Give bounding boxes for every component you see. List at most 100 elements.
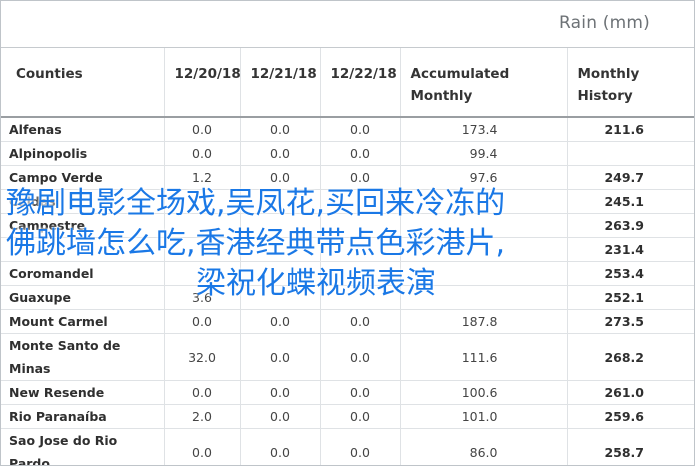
monthly-history: 252.1	[567, 285, 694, 310]
monthly-history: 268.2	[567, 333, 694, 381]
col-header-date-3[interactable]: 12/22/18	[320, 48, 401, 118]
accumulated-monthly	[400, 285, 568, 310]
rain-day-3: 0.0	[320, 333, 401, 381]
rain-day-1	[164, 237, 241, 262]
rain-day-3	[320, 237, 401, 262]
rain-day-3	[320, 261, 401, 286]
rain-day-2: 0.0	[240, 117, 321, 142]
accumulated-monthly: 173.4	[400, 117, 568, 142]
table-row: Caldas 245.1	[1, 189, 694, 214]
rain-day-2	[240, 285, 321, 310]
table-row: Sao Jose do Rio Pardo 0.0 0.0 0.0 86.0 2…	[1, 428, 694, 465]
monthly-history: 249.7	[567, 165, 694, 190]
col-header-counties[interactable]: Counties	[1, 48, 165, 118]
county-name: Sao Jose do Rio Pardo	[1, 428, 165, 465]
table-row: Campestre 263.9	[1, 213, 694, 238]
rain-day-3: 0.0	[320, 117, 401, 142]
rain-day-2: 0.0	[240, 165, 321, 190]
accumulated-monthly	[400, 261, 568, 286]
rain-day-2	[240, 213, 321, 238]
table-row: New Resende 0.0 0.0 0.0 100.6 261.0	[1, 380, 694, 405]
rain-day-2	[240, 189, 321, 214]
rain-day-1	[164, 213, 241, 238]
monthly-history: 245.1	[567, 189, 694, 214]
rain-day-3: 0.0	[320, 380, 401, 405]
rain-day-2: 0.0	[240, 309, 321, 334]
monthly-history: 231.4	[567, 237, 694, 262]
accumulated-monthly: 86.0	[400, 428, 568, 465]
county-name: New Resende	[1, 380, 165, 405]
rain-day-2: 0.0	[240, 141, 321, 166]
rain-day-3: 0.0	[320, 165, 401, 190]
county-name: Mount Carmel	[1, 309, 165, 334]
col-header-date-1[interactable]: 12/20/18	[164, 48, 241, 118]
county-name	[1, 237, 165, 262]
accumulated-monthly	[400, 237, 568, 262]
rain-day-1	[164, 261, 241, 286]
col-header-accumulated-monthly[interactable]: Accumulated Monthly	[400, 48, 568, 118]
rain-day-1: 3.6	[164, 285, 241, 310]
rain-day-1: 0.0	[164, 141, 241, 166]
rain-day-2: 0.0	[240, 380, 321, 405]
rain-day-3	[320, 213, 401, 238]
monthly-history: 253.4	[567, 261, 694, 286]
county-name: Alpinopolis	[1, 141, 165, 166]
rain-day-1: 32.0	[164, 333, 241, 381]
monthly-history	[567, 141, 694, 166]
accumulated-monthly: 111.6	[400, 333, 568, 381]
accumulated-monthly: 99.4	[400, 141, 568, 166]
accumulated-monthly: 100.6	[400, 380, 568, 405]
rain-day-2	[240, 237, 321, 262]
monthly-history: 273.5	[567, 309, 694, 334]
accumulated-monthly: 97.6	[400, 165, 568, 190]
county-name: Caldas	[1, 189, 165, 214]
table-row: Campo Verde 1.2 0.0 0.0 97.6 249.7	[1, 165, 694, 190]
table-header-row: Counties 12/20/18 12/21/18 12/22/18 Accu…	[1, 48, 694, 118]
rain-day-2	[240, 261, 321, 286]
county-name: Alfenas	[1, 117, 165, 142]
rain-day-1: 0.0	[164, 309, 241, 334]
county-name: Guaxupe	[1, 285, 165, 310]
rain-day-3: 0.0	[320, 404, 401, 429]
col-header-date-2[interactable]: 12/21/18	[240, 48, 321, 118]
table-row: Guaxupe 3.6 252.1	[1, 285, 694, 310]
monthly-history: 211.6	[567, 117, 694, 142]
table-row: Rio Paranaíba 2.0 0.0 0.0 101.0 259.6	[1, 404, 694, 429]
monthly-history: 261.0	[567, 380, 694, 405]
table-row: Monte Santo de Minas 32.0 0.0 0.0 111.6 …	[1, 333, 694, 381]
col-header-monthly-history[interactable]: Monthly History	[567, 48, 694, 118]
rain-day-2: 0.0	[240, 428, 321, 465]
accumulated-monthly	[400, 189, 568, 214]
rain-day-1: 0.0	[164, 117, 241, 142]
table-row: 231.4	[1, 237, 694, 262]
unit-label: Rain (mm)	[559, 13, 650, 33]
rain-table: Counties 12/20/18 12/21/18 12/22/18 Accu…	[1, 48, 694, 465]
rain-day-1: 0.0	[164, 380, 241, 405]
rain-day-3: 0.0	[320, 309, 401, 334]
rain-table-panel: Rain (mm) Counties 12/20/18 12/21/18 12/…	[0, 0, 695, 466]
rain-day-3: 0.0	[320, 428, 401, 465]
table-row: Alfenas 0.0 0.0 0.0 173.4 211.6	[1, 117, 694, 142]
rain-day-1	[164, 189, 241, 214]
unit-header: Rain (mm)	[1, 1, 694, 48]
county-name: Monte Santo de Minas	[1, 333, 165, 381]
rain-day-2: 0.0	[240, 333, 321, 381]
rain-day-3	[320, 189, 401, 214]
rain-day-1: 1.2	[164, 165, 241, 190]
accumulated-monthly: 101.0	[400, 404, 568, 429]
table-row: Coromandel 253.4	[1, 261, 694, 286]
accumulated-monthly: 187.8	[400, 309, 568, 334]
rain-day-3: 0.0	[320, 141, 401, 166]
accumulated-monthly	[400, 213, 568, 238]
monthly-history: 263.9	[567, 213, 694, 238]
rain-day-1: 2.0	[164, 404, 241, 429]
county-name: Campestre	[1, 213, 165, 238]
county-name: Rio Paranaíba	[1, 404, 165, 429]
table-row: Alpinopolis 0.0 0.0 0.0 99.4	[1, 141, 694, 166]
rain-day-2: 0.0	[240, 404, 321, 429]
county-name: Coromandel	[1, 261, 165, 286]
rain-day-1: 0.0	[164, 428, 241, 465]
rain-day-3	[320, 285, 401, 310]
monthly-history: 259.6	[567, 404, 694, 429]
monthly-history: 258.7	[567, 428, 694, 465]
